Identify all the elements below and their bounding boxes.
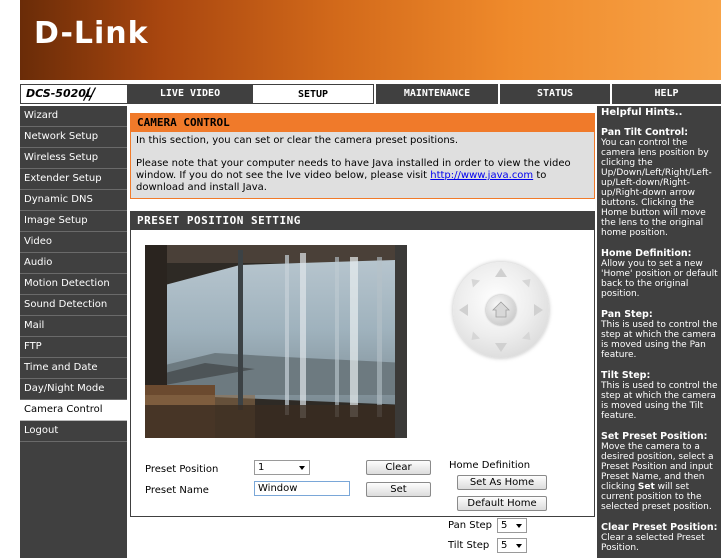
sidebar-item-audio[interactable]: Audio <box>20 253 127 274</box>
sidebar-item-sound-detection[interactable]: Sound Detection <box>20 295 127 316</box>
preset-position-value: 1 <box>258 462 265 473</box>
hint-text-clear-preset: Clear a selected Preset Position. <box>601 533 705 553</box>
arrow-down-right-icon[interactable] <box>521 331 535 344</box>
home-icon <box>492 301 510 318</box>
sidebar-item-video[interactable]: Video <box>20 232 127 253</box>
sidebar-item-logout[interactable]: Logout <box>20 421 127 442</box>
java-link[interactable]: http://www.java.com <box>430 170 533 181</box>
sidebar-item-day-night-mode[interactable]: Day/Night Mode <box>20 379 127 400</box>
tilt-step-value: 5 <box>501 540 508 551</box>
tab-help[interactable]: HELP <box>610 84 721 104</box>
camera-control-section: CAMERA CONTROL In this section, you can … <box>130 113 595 199</box>
sidebar-item-wireless-setup[interactable]: Wireless Setup <box>20 148 127 169</box>
tab-live-video[interactable]: LIVE VIDEO <box>128 84 252 104</box>
helpful-hints-panel: Helpful Hints.. Pan Tilt Control: You ca… <box>597 106 721 558</box>
header-banner: D-Link <box>20 0 721 80</box>
sidebar-item-mail[interactable]: Mail <box>20 316 127 337</box>
arrow-down-icon[interactable] <box>495 343 507 352</box>
hints-title: Helpful Hints.. <box>601 107 683 118</box>
hint-text-tilt-step: This is used to control the step at whic… <box>601 381 718 421</box>
sidebar-item-dynamic-dns[interactable]: Dynamic DNS <box>20 190 127 211</box>
hint-heading-clear-preset: Clear Preset Position: <box>601 522 718 533</box>
pan-step-select[interactable]: 5 <box>497 518 527 533</box>
tilt-step-select[interactable]: 5 <box>497 538 527 553</box>
hint-heading-pan-tilt: Pan Tilt Control: <box>601 127 689 138</box>
hint-heading-tilt-step: Tilt Step: <box>601 370 651 381</box>
home-button[interactable] <box>486 295 516 325</box>
preset-name-input[interactable]: Window <box>254 481 350 496</box>
home-definition-label: Home Definition <box>449 460 531 471</box>
java-note: Please note that your computer needs to … <box>136 158 589 194</box>
hint-text-home-definition: Allow you to set a new 'Home' position o… <box>601 259 718 299</box>
chevron-down-icon <box>299 466 305 470</box>
dlink-logo: D-Link <box>34 16 149 51</box>
tilt-step-label: Tilt Step <box>448 540 490 551</box>
preset-position-title: PRESET POSITION SETTING <box>131 212 594 230</box>
preset-position-select[interactable]: 1 <box>254 460 310 475</box>
hint-text-set-preset-bold: Set <box>637 482 655 492</box>
hint-text-set-preset: Move the camera to a desired position, s… <box>601 442 718 512</box>
sidebar-item-time-and-date[interactable]: Time and Date <box>20 358 127 379</box>
sidebar-item-motion-detection[interactable]: Motion Detection <box>20 274 127 295</box>
hint-text-pan-tilt: You can control the camera lens position… <box>601 138 712 238</box>
sidebar-item-camera-control[interactable]: Camera Control <box>20 400 127 421</box>
arrow-up-right-icon[interactable] <box>521 275 535 288</box>
sidebar-item-network-setup[interactable]: Network Setup <box>20 127 127 148</box>
chevron-down-icon <box>516 524 522 528</box>
arrow-left-icon[interactable] <box>459 304 468 316</box>
hint-text-pan-step: This is used to control the step at whic… <box>601 320 718 360</box>
tab-maintenance[interactable]: MAINTENANCE <box>374 84 498 104</box>
tab-status[interactable]: STATUS <box>498 84 610 104</box>
default-home-button[interactable]: Default Home <box>457 496 547 511</box>
camera-control-intro: In this section, you can set or clear th… <box>136 135 459 146</box>
pan-step-label: Pan Step <box>448 520 492 531</box>
camera-control-title: CAMERA CONTROL <box>131 114 594 132</box>
chevron-down-icon <box>516 544 522 548</box>
video-frame-image <box>145 245 407 438</box>
hint-heading-home-definition: Home Definition: <box>601 248 692 259</box>
sidebar: Wizard Network Setup Wireless Setup Exte… <box>20 106 127 558</box>
model-slash-decoration: // <box>84 84 95 103</box>
camera-control-body: In this section, you can set or clear th… <box>131 132 594 198</box>
sidebar-item-ftp[interactable]: FTP <box>20 337 127 358</box>
preset-position-label: Preset Position <box>145 464 219 475</box>
live-video-window <box>145 245 407 438</box>
arrow-up-icon[interactable] <box>495 268 507 277</box>
model-badge: DCS-5020L // <box>20 84 128 104</box>
sidebar-item-extender-setup[interactable]: Extender Setup <box>20 169 127 190</box>
clear-button[interactable]: Clear <box>366 460 431 475</box>
main-content: CAMERA CONTROL In this section, you can … <box>130 113 595 553</box>
pan-step-value: 5 <box>501 520 508 531</box>
tab-setup[interactable]: SETUP <box>252 84 374 104</box>
pan-tilt-control-pad <box>453 262 549 358</box>
set-as-home-button[interactable]: Set As Home <box>457 475 547 490</box>
arrow-up-left-icon[interactable] <box>467 275 481 288</box>
hint-heading-pan-step: Pan Step: <box>601 309 653 320</box>
top-nav: DCS-5020L // LIVE VIDEO SETUP MAINTENANC… <box>20 84 721 104</box>
hint-heading-set-preset: Set Preset Position: <box>601 431 708 442</box>
preset-name-label: Preset Name <box>145 485 209 496</box>
arrow-down-left-icon[interactable] <box>467 331 481 344</box>
sidebar-item-wizard[interactable]: Wizard <box>20 106 127 127</box>
set-button[interactable]: Set <box>366 482 431 497</box>
model-label: DCS-5020L <box>26 87 93 100</box>
sidebar-item-image-setup[interactable]: Image Setup <box>20 211 127 232</box>
arrow-right-icon[interactable] <box>534 304 543 316</box>
